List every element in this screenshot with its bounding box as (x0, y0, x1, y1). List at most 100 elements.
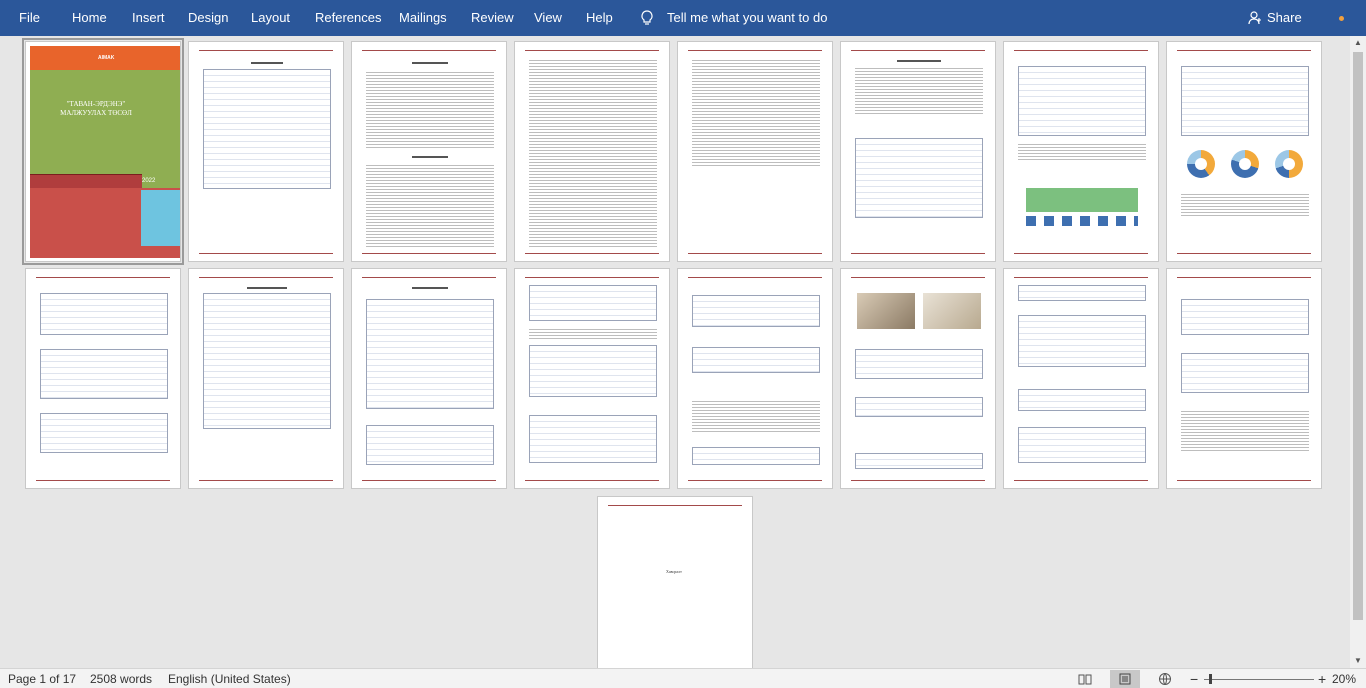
scrollbar-thumb[interactable] (1353, 52, 1363, 620)
zoom-slider-thumb[interactable] (1209, 674, 1212, 684)
text-block (366, 163, 494, 247)
tab-file[interactable]: File (19, 0, 40, 36)
chart-icons-row (1026, 216, 1138, 226)
tab-review[interactable]: Review (471, 0, 514, 36)
page-thumbnail-5[interactable] (677, 41, 833, 262)
page-footer-rule (851, 480, 985, 481)
page-thumbnail-9[interactable] (25, 268, 181, 489)
table (366, 299, 494, 409)
tab-layout[interactable]: Layout (251, 0, 290, 36)
page-thumbnail-2[interactable] (188, 41, 344, 262)
lightbulb-icon (641, 10, 653, 25)
page-thumbnail-17[interactable]: Хавсралт (597, 496, 753, 668)
page-thumbnail-6[interactable] (840, 41, 996, 262)
page-header-rule (362, 50, 496, 51)
page-header-rule (688, 50, 822, 51)
zoom-in-icon[interactable]: + (1318, 669, 1326, 688)
table (1018, 285, 1146, 301)
cover-title: "ТАВАН-ЭРДЭНЭ" МАЛЖУУЛАХ ТӨСӨЛ (36, 100, 156, 118)
tab-help[interactable]: Help (586, 0, 613, 36)
page-thumbnail-7[interactable] (1003, 41, 1159, 262)
print-layout-icon[interactable] (1110, 670, 1140, 688)
page-footer-rule (199, 480, 333, 481)
text-block (529, 58, 657, 248)
web-layout-icon[interactable] (1158, 672, 1172, 686)
donut-chart (1187, 150, 1215, 178)
page-thumbnail-1[interactable]: AIMAK "ТАВАН-ЭРДЭНЭ" МАЛЖУУЛАХ ТӨСӨЛ 202… (22, 38, 184, 265)
table (692, 447, 820, 465)
cover-brand: AIMAK (98, 55, 115, 61)
cover-title-line2: МАЛЖУУЛАХ ТӨСӨЛ (60, 109, 132, 117)
language[interactable]: English (United States) (168, 669, 291, 688)
table (855, 138, 983, 218)
page-thumbnail-10[interactable] (188, 268, 344, 489)
page-header-rule (36, 277, 170, 278)
page-heading (251, 62, 283, 64)
page-header-rule (1177, 277, 1311, 278)
cover-title-line1: "ТАВАН-ЭРДЭНЭ" (66, 100, 126, 108)
zoom-slider[interactable] (1204, 674, 1314, 684)
text-block (1181, 192, 1309, 218)
donut-chart (1231, 150, 1259, 178)
page-footer-rule (851, 253, 985, 254)
cover-year: 2022 (142, 178, 156, 184)
page-heading (412, 62, 448, 64)
page-header-rule (1177, 50, 1311, 51)
page-header-rule (362, 277, 496, 278)
table (855, 349, 983, 379)
table (529, 285, 657, 321)
zoom-level[interactable]: 20% (1332, 669, 1356, 688)
table (529, 415, 657, 463)
read-mode-icon[interactable] (1078, 672, 1092, 686)
page-header-rule (851, 277, 985, 278)
tab-mailings[interactable]: Mailings (399, 0, 447, 36)
cover-green-block (30, 70, 180, 188)
table (366, 425, 494, 465)
page-thumbnail-13[interactable] (677, 268, 833, 489)
page-thumbnail-11[interactable] (351, 268, 507, 489)
scroll-down-icon[interactable]: ▼ (1350, 654, 1366, 668)
vertical-scrollbar[interactable]: ▲ ▼ (1350, 36, 1366, 668)
page-footer-rule (199, 253, 333, 254)
page-header-rule (199, 277, 333, 278)
table (40, 293, 168, 335)
page-footer-rule (1177, 253, 1311, 254)
page-header-rule (1014, 50, 1148, 51)
document-area[interactable]: AIMAK "ТАВАН-ЭРДЭНЭ" МАЛЖУУЛАХ ТӨСӨЛ 202… (0, 36, 1350, 668)
table (1018, 389, 1146, 411)
page-thumbnail-8[interactable] (1166, 41, 1322, 262)
text-block (692, 58, 820, 168)
text-block (1181, 409, 1309, 453)
word-count[interactable]: 2508 words (90, 669, 152, 688)
zoom-out-icon[interactable]: − (1190, 669, 1198, 688)
tab-home[interactable]: Home (72, 0, 107, 36)
tab-view[interactable]: View (534, 0, 562, 36)
page-header-rule (199, 50, 333, 51)
table (692, 295, 820, 327)
page-thumbnail-12[interactable] (514, 268, 670, 489)
page-count[interactable]: Page 1 of 17 (8, 669, 76, 688)
page-heading (247, 287, 287, 289)
scroll-up-icon[interactable]: ▲ (1350, 36, 1366, 50)
tab-insert[interactable]: Insert (132, 0, 165, 36)
text-block (855, 66, 983, 116)
page-thumbnail-3[interactable] (351, 41, 507, 262)
tab-design[interactable]: Design (188, 0, 228, 36)
page-footer-rule (1014, 253, 1148, 254)
page-thumbnail-14[interactable] (840, 268, 996, 489)
cover-grid-band (30, 174, 142, 188)
section-heading (412, 156, 448, 158)
text-block (1018, 142, 1146, 162)
table (1018, 427, 1146, 463)
page-thumbnail-16[interactable] (1166, 268, 1322, 489)
text-block (366, 70, 494, 150)
page-header-rule (525, 50, 659, 51)
table (529, 345, 657, 397)
page-thumbnail-15[interactable] (1003, 268, 1159, 489)
page-header-rule (688, 277, 822, 278)
status-bar: Page 1 of 17 2508 words English (United … (0, 668, 1366, 688)
tab-references[interactable]: References (315, 0, 381, 36)
page-thumbnail-4[interactable] (514, 41, 670, 262)
page-footer-rule (362, 480, 496, 481)
page-footer-rule (525, 253, 659, 254)
